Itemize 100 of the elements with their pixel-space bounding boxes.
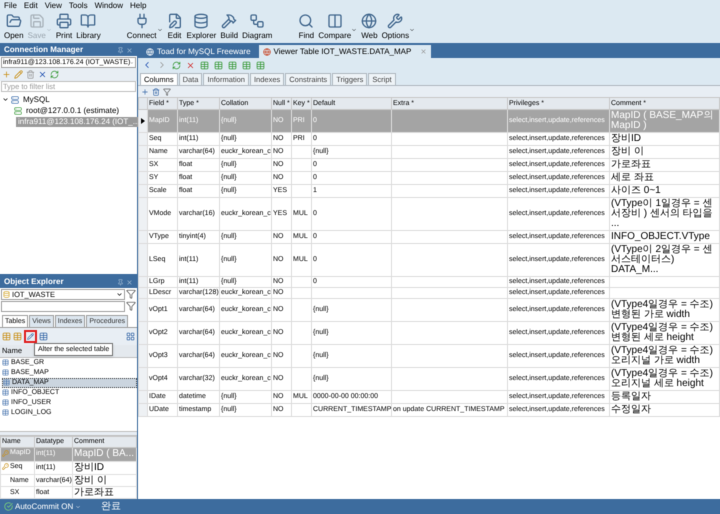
- delete-connection-icon[interactable]: [26, 70, 35, 79]
- table-cell: (VType4일경우 = 수조) 오리지널 가로 width: [611, 345, 713, 366]
- toolbar-button[interactable]: Print: [54, 13, 74, 41]
- table-cell: 장비ID: [611, 133, 641, 144]
- autocommit-button[interactable]: AutoCommit ON: [4, 502, 82, 511]
- tree-item[interactable]: MySQL: [21, 94, 52, 104]
- table-cell: (VType이 1일경우 = 센서장비 ) 센서의 타입을 ...: [611, 198, 713, 229]
- table-icon: [2, 409, 9, 416]
- diagram-icon: [249, 13, 266, 29]
- menu-item[interactable]: Edit: [24, 2, 38, 10]
- pencil-icon: [27, 333, 34, 340]
- filter-icon[interactable]: [126, 289, 136, 299]
- toolbar-button[interactable]: Web: [359, 13, 380, 41]
- table-cell: (VType4일경우 = 수조) 변형된 가로 width: [611, 299, 713, 320]
- table-cell: 사이즈 0~1: [611, 185, 661, 196]
- table-cell: (VType4일경우 = 수조) 변형된 세로 height: [611, 322, 713, 343]
- refresh-icon[interactable]: [50, 70, 59, 79]
- caret-icon: [116, 291, 123, 298]
- globe-icon: [146, 48, 154, 56]
- globe-icon: [262, 48, 271, 56]
- compare-icon: [326, 13, 343, 29]
- table-icon: [2, 389, 9, 396]
- table-icon: [3, 379, 10, 386]
- table-icon[interactable]: [242, 60, 251, 70]
- table-icon[interactable]: [228, 60, 237, 70]
- server-icon: [11, 96, 19, 104]
- expand-icon[interactable]: [2, 96, 9, 103]
- table-cell: 수정일자: [611, 404, 651, 415]
- save-icon: [28, 13, 45, 29]
- table-cell: 등록일자: [611, 391, 651, 402]
- book-icon: [80, 13, 96, 29]
- new-table-icon[interactable]: [2, 332, 11, 341]
- caret-icon: [409, 27, 416, 33]
- caret-icon: [156, 27, 163, 33]
- toolbar-button[interactable]: Diagram: [240, 13, 274, 41]
- wrench-icon: [387, 13, 404, 29]
- table-cell: MapID ( BASE_MAP의 MapID ): [611, 110, 714, 131]
- table-cell: 장비 이: [611, 146, 644, 157]
- table-cell: (VType4일경우 = 수조) 오리지널 세로 height: [611, 368, 713, 389]
- table-cell: INFO_OBJECT.VType: [611, 231, 710, 242]
- caret-icon: [46, 27, 52, 33]
- toolbar-button[interactable]: Options: [380, 13, 418, 41]
- edit-icon: [166, 13, 183, 29]
- search-icon: [298, 13, 314, 29]
- table-cell: 장비ID: [72, 461, 136, 474]
- toolbar-button[interactable]: Library: [74, 13, 103, 41]
- table-icon[interactable]: [13, 332, 22, 341]
- toolbar-button[interactable]: Connect: [124, 13, 165, 41]
- table-icon[interactable]: [214, 60, 223, 70]
- table-icon[interactable]: [200, 60, 209, 70]
- table-icon: [2, 399, 9, 406]
- toolbar-button[interactable]: Compare: [316, 13, 360, 41]
- pin-icon[interactable]: [117, 278, 124, 286]
- caret-icon: [351, 27, 358, 33]
- add-column-icon[interactable]: [141, 88, 149, 96]
- toolbar-button[interactable]: Edit: [164, 13, 185, 41]
- close-icon[interactable]: [126, 46, 133, 54]
- menu-item[interactable]: Window: [94, 2, 124, 10]
- caret-icon: [75, 504, 82, 510]
- table-cell: 장비 이: [72, 474, 136, 486]
- close-icon[interactable]: [420, 48, 428, 55]
- table-cell: 가로좌표: [611, 159, 651, 170]
- check-icon: [4, 502, 13, 511]
- panel-title: Object Explorer: [4, 278, 64, 286]
- filter-icon[interactable]: [163, 88, 171, 96]
- toolbar-button[interactable]: Find: [296, 13, 316, 41]
- status-message: 완료: [101, 502, 122, 512]
- menu-item[interactable]: Tools: [68, 2, 88, 10]
- document-tab[interactable]: Viewer Table IOT_WASTE.DATA_MAP: [258, 45, 432, 58]
- toolbar-button[interactable]: Explorer: [184, 13, 218, 41]
- object-filter-field[interactable]: [1, 301, 125, 312]
- table-cell: 세로 좌표: [611, 172, 654, 183]
- disconnect-icon[interactable]: [38, 70, 47, 79]
- pin-icon[interactable]: [117, 46, 124, 54]
- tree-item[interactable]: root@127.0.0.1 (estimate): [24, 106, 122, 116]
- remove-column-icon[interactable]: [152, 88, 160, 96]
- hammer-icon: [221, 13, 238, 29]
- table-cell: MapID ( BA...: [72, 448, 136, 461]
- table-cell: (VType이 2일경우 = 센서스테이터스) DATA_M...: [611, 244, 712, 275]
- close-icon[interactable]: [126, 278, 133, 286]
- database-icon: [193, 13, 210, 29]
- panel-title: Connection Manager: [4, 46, 84, 54]
- delete-icon[interactable]: [186, 60, 195, 70]
- menu-item[interactable]: Help: [130, 2, 146, 10]
- filter-icon[interactable]: [126, 301, 136, 311]
- table-icon: [2, 359, 9, 366]
- table-icon[interactable]: [39, 332, 48, 341]
- menu-item[interactable]: View: [44, 2, 62, 10]
- table-icon[interactable]: [256, 60, 265, 70]
- alter-table-button[interactable]: [24, 330, 37, 343]
- edit-connection-icon[interactable]: [14, 70, 23, 79]
- refresh-icon[interactable]: [172, 60, 181, 70]
- open-folder-icon: [6, 13, 22, 29]
- toolbar-button[interactable]: Open: [2, 13, 26, 41]
- add-connection-icon[interactable]: [2, 70, 11, 79]
- database-icon: [3, 291, 10, 298]
- print-icon: [56, 13, 72, 29]
- menu-item[interactable]: File: [4, 2, 17, 10]
- view-options-icon[interactable]: [126, 332, 135, 341]
- toolbar-button[interactable]: Build: [218, 13, 240, 41]
